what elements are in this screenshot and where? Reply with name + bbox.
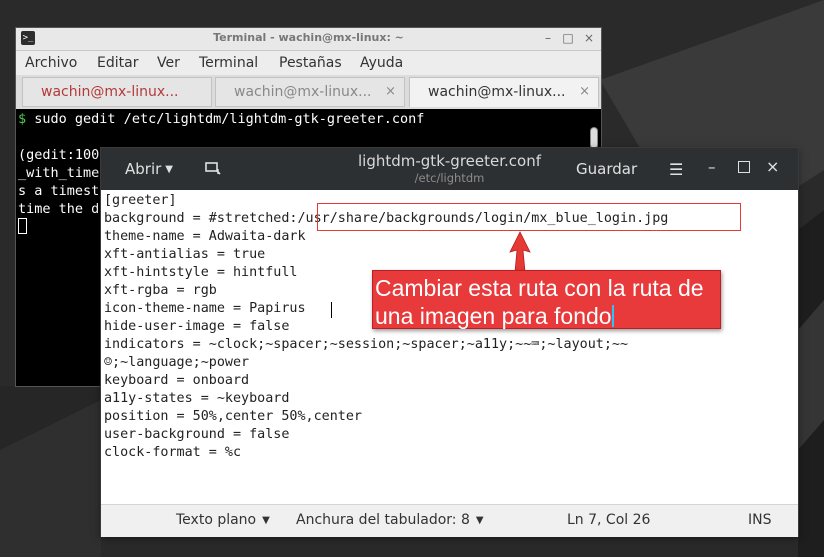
code-line: keyboard = onboard bbox=[104, 373, 250, 388]
editor-text-area[interactable]: [greeter] background = #stretched:/usr/s… bbox=[104, 192, 794, 502]
code-line: icon-theme-name = Papirus bbox=[104, 301, 306, 316]
code-line: [greeter] bbox=[104, 193, 177, 208]
code-line: indicators = ~clock;~spacer;~session;~sp… bbox=[104, 337, 629, 352]
chevron-down-icon: ▼ bbox=[262, 515, 270, 526]
text-cursor bbox=[611, 305, 614, 327]
terminal-line: s a timest bbox=[18, 183, 100, 199]
chevron-down-icon: ▼ bbox=[165, 164, 173, 175]
insert-mode: INS bbox=[748, 512, 772, 528]
terminal-tab-2[interactable]: wachin@mx-linux... × bbox=[215, 77, 405, 107]
terminal-line: _with_time bbox=[18, 165, 100, 181]
code-line: hide-user-image = false bbox=[104, 319, 290, 334]
terminal-tab-bar: wachin@mx-linux... wachin@mx-linux... × … bbox=[16, 75, 601, 109]
tab-width-selector[interactable]: Anchura del tabulador: 8 ▼ bbox=[296, 512, 484, 528]
tab-label: wachin@mx-linux... bbox=[41, 84, 179, 100]
language-selector[interactable]: Texto plano ▼ bbox=[176, 512, 270, 528]
menu-pestanas[interactable]: Pestañas bbox=[279, 55, 342, 71]
maximize-icon[interactable]: □ bbox=[561, 31, 575, 45]
menu-editar[interactable]: Editar bbox=[97, 55, 138, 71]
callout-line-2: una imagen para fondo bbox=[375, 303, 612, 329]
gedit-statusbar: Texto plano ▼ Anchura del tabulador: 8 ▼ L… bbox=[101, 504, 798, 537]
text-cursor bbox=[331, 302, 332, 318]
code-line: a11y-states = ~keyboard bbox=[104, 391, 290, 406]
arrow-up-icon bbox=[509, 231, 531, 273]
hamburger-menu-icon[interactable]: ☰ bbox=[669, 160, 683, 179]
terminal-cursor bbox=[18, 218, 27, 234]
scrollbar-thumb[interactable] bbox=[590, 127, 598, 149]
tab-close-icon[interactable]: × bbox=[385, 84, 396, 99]
cursor-position[interactable]: Ln 7, Col 26 bbox=[567, 512, 650, 528]
callout-line-1: Cambiar esta ruta con la ruta de bbox=[375, 275, 704, 301]
terminal-titlebar[interactable]: >_ Terminal - wachin@mx-linux: ~ – □ × bbox=[16, 28, 601, 51]
save-button[interactable]: Guardar bbox=[576, 160, 637, 178]
tab-label: wachin@mx-linux... bbox=[234, 84, 372, 100]
code-line: xft-antialias = true bbox=[104, 247, 266, 262]
minimize-icon[interactable]: – bbox=[708, 158, 716, 176]
close-icon[interactable]: × bbox=[766, 157, 779, 176]
maximize-icon[interactable] bbox=[738, 161, 750, 173]
close-icon[interactable]: × bbox=[582, 31, 596, 45]
code-line: user-background = false bbox=[104, 427, 290, 442]
language-label: Texto plano bbox=[176, 512, 257, 528]
terminal-tab-3[interactable]: wachin@mx-linux... × bbox=[409, 77, 599, 107]
annotation-callout: Cambiar esta ruta con la ruta de una ima… bbox=[372, 270, 721, 329]
code-line: ☺;~language;~power bbox=[104, 355, 250, 370]
minimize-icon[interactable]: – bbox=[541, 31, 555, 45]
terminal-menubar: Archivo Editar Ver Terminal Pestañas Ayu… bbox=[16, 51, 601, 75]
menu-ayuda[interactable]: Ayuda bbox=[360, 55, 403, 71]
document-title: lightdm-gtk-greeter.conf bbox=[358, 152, 541, 170]
terminal-command: sudo gedit /etc/lightdm/lightdm-gtk-gree… bbox=[34, 111, 425, 127]
code-line: xft-rgba = rgb bbox=[104, 283, 217, 298]
tab-close-icon[interactable]: × bbox=[579, 84, 590, 99]
menu-archivo[interactable]: Archivo bbox=[25, 55, 77, 71]
chevron-down-icon: ▼ bbox=[475, 515, 484, 526]
terminal-prompt: $ bbox=[18, 111, 27, 127]
open-button-label: Abrir bbox=[125, 160, 162, 178]
open-button[interactable]: Abrir ▼ bbox=[125, 160, 173, 178]
terminal-line: (gedit:100 bbox=[18, 147, 100, 163]
menu-ver[interactable]: Ver bbox=[157, 55, 180, 71]
tab-label: wachin@mx-linux... bbox=[428, 84, 566, 100]
terminal-title: Terminal - wachin@mx-linux: ~ bbox=[213, 31, 404, 44]
new-document-icon[interactable] bbox=[205, 161, 221, 175]
code-line: xft-hintstyle = hintfull bbox=[104, 265, 298, 280]
gedit-headerbar[interactable]: Abrir ▼ lightdm-gtk-greeter.conf /etc/lig… bbox=[101, 148, 798, 190]
terminal-tab-1[interactable]: wachin@mx-linux... bbox=[22, 77, 212, 107]
document-path: /etc/lightdm bbox=[414, 171, 485, 185]
tab-width-label: Anchura del tabulador: 8 bbox=[296, 512, 470, 528]
terminal-line: time the d bbox=[18, 201, 100, 217]
code-line: position = 50%,center 50%,center bbox=[104, 409, 362, 424]
code-line: clock-format = %c bbox=[104, 445, 242, 460]
menu-terminal[interactable]: Terminal bbox=[199, 55, 258, 71]
code-line: theme-name = Adwaita-dark bbox=[104, 229, 306, 244]
path-highlight-box bbox=[317, 203, 741, 231]
